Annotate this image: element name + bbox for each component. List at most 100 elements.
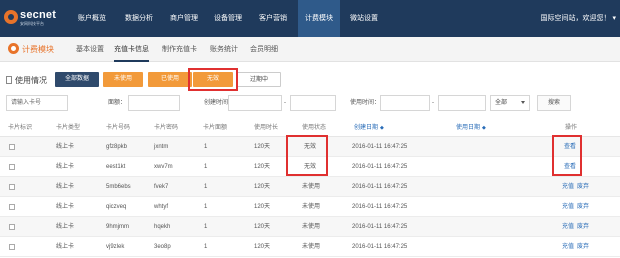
cell-status: 未使用 xyxy=(302,244,321,250)
cell-face: 1 xyxy=(204,184,208,190)
card-number-input[interactable]: 请输入卡号 xyxy=(6,95,68,111)
cell-number: 9hmjmm xyxy=(106,224,130,230)
cell-number: eest1kt xyxy=(106,164,126,170)
cell-created: 2016-01-11 16:47:25 xyxy=(352,244,408,250)
cell-number: 5mb6ebs xyxy=(106,184,131,190)
row-checkbox[interactable] xyxy=(9,244,15,250)
table-row: 线上卡 9hmjmm hqekh 1 120天 未使用 2016-01-11 1… xyxy=(0,217,620,237)
cell-type: 线上卡 xyxy=(56,184,75,190)
tab-basic-settings[interactable]: 基本设置 xyxy=(76,37,104,62)
discard-link[interactable]: 废弃 xyxy=(577,237,589,257)
filter-expiring-button[interactable]: 过期中 xyxy=(237,72,281,87)
brand-name: secnet xyxy=(20,9,57,21)
cell-status: 未使用 xyxy=(302,204,321,210)
cell-created: 2016-01-11 16:47:25 xyxy=(352,204,408,210)
usage-label-text: 使用情况 xyxy=(15,76,47,85)
sort-icon: ◆ xyxy=(380,125,384,131)
header-card-type: 卡片类型 xyxy=(56,125,81,131)
status-select-value: 全部 xyxy=(495,100,508,106)
nav-item-marketing[interactable]: 客户营销 xyxy=(250,0,296,37)
use-time-end-input[interactable] xyxy=(438,95,486,111)
user-greeting-text: 国际空间站，欢迎您！ xyxy=(540,15,611,22)
header-card-password: 卡片密码 xyxy=(154,125,179,131)
nav-item-microsite[interactable]: 微站设置 xyxy=(340,0,388,37)
nav-item-billing[interactable]: 计费模块 xyxy=(298,0,340,37)
search-button[interactable]: 搜索 xyxy=(537,95,571,111)
nav-item-analytics[interactable]: 数据分析 xyxy=(116,0,162,37)
create-time-separator: - xyxy=(284,100,286,106)
highlight-invalid-status xyxy=(286,135,328,176)
tab-member-details[interactable]: 会员明细 xyxy=(250,37,278,62)
cell-duration: 120天 xyxy=(254,164,271,170)
row-checkbox[interactable] xyxy=(9,204,15,210)
brand-tagline: 安网科技平台 xyxy=(20,21,44,26)
cell-password: jxntm xyxy=(154,144,169,150)
row-checkbox[interactable] xyxy=(9,144,15,150)
row-checkbox[interactable] xyxy=(9,184,15,190)
cell-created: 2016-01-11 16:47:25 xyxy=(352,184,408,190)
recharge-link[interactable]: 充值 xyxy=(562,197,574,217)
cell-duration: 120天 xyxy=(254,204,271,210)
cell-password: fvek7 xyxy=(154,184,169,190)
cell-duration: 120天 xyxy=(254,144,271,150)
recharge-link[interactable]: 充值 xyxy=(562,237,574,257)
section-title-text: 计费模块 xyxy=(22,45,54,54)
nav-item-merchants[interactable]: 商户管理 xyxy=(162,0,206,37)
nav-item-devices[interactable]: 设备管理 xyxy=(206,0,250,37)
header-card-id: 卡片标识 xyxy=(8,125,33,131)
row-checkbox[interactable] xyxy=(9,224,15,230)
cell-type: 线上卡 xyxy=(56,144,75,150)
document-icon xyxy=(6,76,12,84)
cell-password: xwv7m xyxy=(154,164,173,170)
discard-link[interactable]: 废弃 xyxy=(577,217,589,237)
status-select[interactable]: 全部 xyxy=(490,95,530,111)
filter-all-button[interactable]: 全部数据 xyxy=(55,72,99,87)
cell-password: whtyf xyxy=(154,204,169,210)
chevron-down-icon xyxy=(521,101,525,104)
cell-password: 3eo8p xyxy=(154,244,171,250)
cell-face: 1 xyxy=(204,144,208,150)
header-card-number: 卡片号码 xyxy=(106,125,131,131)
discard-link[interactable]: 废弃 xyxy=(577,197,589,217)
row-checkbox[interactable] xyxy=(9,164,15,170)
tab-accounting[interactable]: 账务统计 xyxy=(210,37,238,62)
use-time-start-input[interactable] xyxy=(380,95,430,111)
header-created[interactable]: 创建日期 ◆ xyxy=(354,120,384,137)
create-time-end-input[interactable] xyxy=(290,95,336,111)
brand-logo[interactable]: secnet 安网科技平台 xyxy=(4,9,64,29)
recharge-link[interactable]: 充值 xyxy=(562,217,574,237)
use-time-label: 使用时间： xyxy=(350,100,381,106)
cell-number: gfz8pkb xyxy=(106,144,128,150)
cell-face: 1 xyxy=(204,244,208,250)
discard-link[interactable]: 废弃 xyxy=(577,177,589,197)
cell-type: 线上卡 xyxy=(56,204,75,210)
tab-card-info[interactable]: 充值卡信息 xyxy=(114,37,149,62)
filter-used-button[interactable]: 已使用 xyxy=(148,72,192,87)
cell-number: qiczveq xyxy=(106,204,127,210)
cell-face: 1 xyxy=(204,224,208,230)
cell-face: 1 xyxy=(204,164,208,170)
cell-duration: 120天 xyxy=(254,244,271,250)
cell-type: 线上卡 xyxy=(56,164,75,170)
header-used[interactable]: 使用日期 ◆ xyxy=(456,120,486,137)
billing-icon xyxy=(8,43,19,54)
create-time-start-input[interactable] xyxy=(228,95,282,111)
user-greeting[interactable]: 国际空间站，欢迎您！ ▾ xyxy=(541,0,616,37)
nav-item-overview[interactable]: 账户概览 xyxy=(70,0,114,37)
section-title: 计费模块 xyxy=(8,43,54,56)
recharge-link[interactable]: 充值 xyxy=(562,177,574,197)
chevron-down-icon: ▾ xyxy=(612,15,616,22)
tab-make-card[interactable]: 制作充值卡 xyxy=(162,37,197,62)
cell-created: 2016-01-11 16:47:25 xyxy=(352,144,408,150)
cell-type: 线上卡 xyxy=(56,244,75,250)
face-value-label: 面额： xyxy=(108,100,127,106)
face-value-input[interactable] xyxy=(128,95,180,111)
filter-unused-button[interactable]: 未使用 xyxy=(103,72,143,87)
highlight-view-actions xyxy=(552,135,582,176)
highlight-invalid-filter xyxy=(188,68,238,91)
usage-label: 使用情况 xyxy=(6,75,47,86)
header-duration: 使用时长 xyxy=(254,125,279,131)
cell-status: 未使用 xyxy=(302,184,321,190)
cell-created: 2016-01-11 16:47:25 xyxy=(352,224,408,230)
table-row: 线上卡 qiczveq whtyf 1 120天 未使用 2016-01-11 … xyxy=(0,197,620,217)
